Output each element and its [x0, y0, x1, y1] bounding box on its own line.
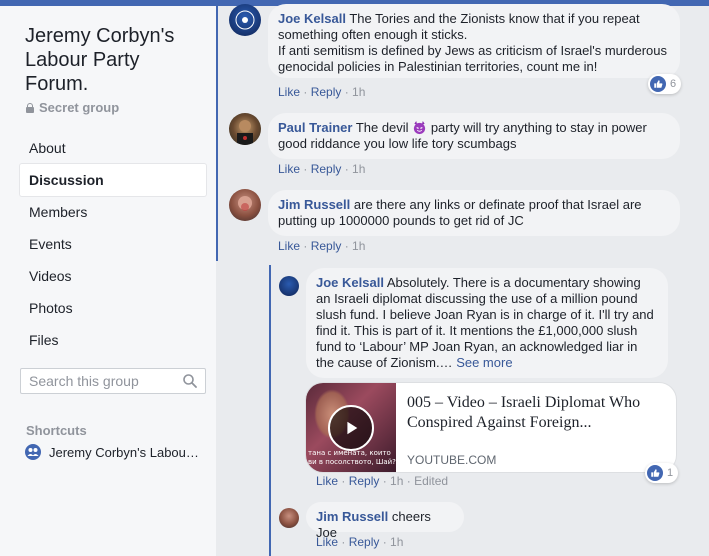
- play-icon[interactable]: [328, 405, 374, 451]
- edited-label[interactable]: Edited: [414, 474, 448, 488]
- reply-actions: Like · Reply · 1h: [316, 535, 404, 549]
- comment-text: If anti semitism is defined by Jews as c…: [278, 43, 667, 74]
- comment-timestamp[interactable]: 1h: [352, 85, 365, 99]
- nav-item-events[interactable]: Events: [20, 228, 206, 260]
- like-reaction-icon: [647, 465, 663, 481]
- reply-bubble: Jim Russell cheers Joe: [306, 502, 464, 540]
- reply-link[interactable]: Reply: [349, 535, 380, 549]
- nav-item-about[interactable]: About: [20, 132, 206, 164]
- see-more-link[interactable]: See more: [456, 355, 512, 370]
- group-icon: [25, 444, 41, 460]
- reaction-count[interactable]: 1: [645, 463, 679, 483]
- reaction-count-value: 1: [667, 467, 674, 479]
- reply-link[interactable]: Reply: [311, 85, 342, 99]
- group-title[interactable]: Jeremy Corbyn's Labour Party Forum.: [25, 24, 205, 96]
- avatar[interactable]: [229, 189, 261, 221]
- comment-author[interactable]: Jim Russell: [278, 197, 350, 212]
- devil-emoji-icon: [414, 120, 426, 135]
- thumbnail-caption: тана с имената, които ви в посолството, …: [308, 449, 396, 466]
- comment-actions: Like · Reply · 1h: [278, 85, 366, 99]
- group-privacy: Secret group: [26, 100, 119, 115]
- comment-timestamp[interactable]: 1h: [352, 239, 365, 253]
- like-link[interactable]: Like: [278, 239, 300, 253]
- reply-timestamp[interactable]: 1h: [390, 474, 403, 488]
- nav-item-files[interactable]: Files: [20, 324, 206, 356]
- link-preview-card[interactable]: тана с имената, които ви в посолството, …: [305, 382, 677, 473]
- group-privacy-label: Secret group: [39, 100, 120, 115]
- group-search-input[interactable]: [29, 373, 177, 389]
- shortcut-group[interactable]: Jeremy Corbyn's Labour Party Forum.: [25, 444, 205, 460]
- like-link[interactable]: Like: [316, 535, 338, 549]
- comment-bubble: Jim Russell are there any links or defin…: [268, 190, 680, 236]
- search-icon[interactable]: [183, 374, 197, 388]
- reply-link[interactable]: Reply: [311, 239, 342, 253]
- reply-author[interactable]: Jim Russell: [316, 509, 388, 524]
- comment-actions: Like · Reply · 1h: [278, 162, 366, 176]
- reaction-count[interactable]: 6: [648, 74, 682, 94]
- avatar[interactable]: [229, 4, 261, 36]
- nav-item-members[interactable]: Members: [20, 196, 206, 228]
- reply-bubble: Joe Kelsall Absolutely. There is a docum…: [306, 268, 668, 378]
- reply-link[interactable]: Reply: [311, 162, 342, 176]
- like-link[interactable]: Like: [278, 85, 300, 99]
- reply-thread-line: [269, 265, 271, 556]
- reaction-count-value: 6: [670, 78, 677, 90]
- group-sidebar: Jeremy Corbyn's Labour Party Forum. Secr…: [0, 6, 216, 556]
- comment-author[interactable]: Joe Kelsall: [278, 11, 346, 26]
- reply-author[interactable]: Joe Kelsall: [316, 275, 384, 290]
- like-link[interactable]: Like: [278, 162, 300, 176]
- video-thumbnail[interactable]: тана с имената, които ви в посолството, …: [306, 383, 396, 472]
- avatar[interactable]: [229, 113, 261, 145]
- nav-item-photos[interactable]: Photos: [20, 292, 206, 324]
- comment-author[interactable]: Paul Trainer: [278, 120, 352, 135]
- lock-icon: [26, 103, 34, 113]
- comment-text: The devil: [355, 120, 409, 135]
- like-link[interactable]: Like: [316, 474, 338, 488]
- like-reaction-icon: [650, 76, 666, 92]
- comment-bubble: Joe Kelsall The Tories and the Zionists …: [268, 4, 680, 78]
- group-nav: About Discussion Members Events Videos P…: [20, 132, 206, 356]
- group-search-box: [20, 368, 206, 394]
- link-source: YOUTUBE.COM: [407, 453, 497, 467]
- link-title[interactable]: 005 – Video – Israeli Diplomat Who Consp…: [407, 393, 667, 433]
- avatar[interactable]: [279, 276, 299, 296]
- reply-timestamp[interactable]: 1h: [390, 535, 403, 549]
- new-activity-indicator: [216, 6, 218, 261]
- nav-item-discussion[interactable]: Discussion: [20, 164, 206, 196]
- nav-item-videos[interactable]: Videos: [20, 260, 206, 292]
- comment-timestamp[interactable]: 1h: [352, 162, 365, 176]
- comment-bubble: Paul Trainer The devil party will try an…: [268, 113, 680, 159]
- comment-actions: Like · Reply · 1h: [278, 239, 366, 253]
- reply-link[interactable]: Reply: [349, 474, 380, 488]
- shortcut-label: Jeremy Corbyn's Labour Party Forum.: [49, 444, 199, 460]
- reply-actions: Like · Reply · 1h · Edited: [316, 474, 449, 488]
- avatar[interactable]: [279, 508, 299, 528]
- shortcuts-heading: Shortcuts: [26, 423, 87, 438]
